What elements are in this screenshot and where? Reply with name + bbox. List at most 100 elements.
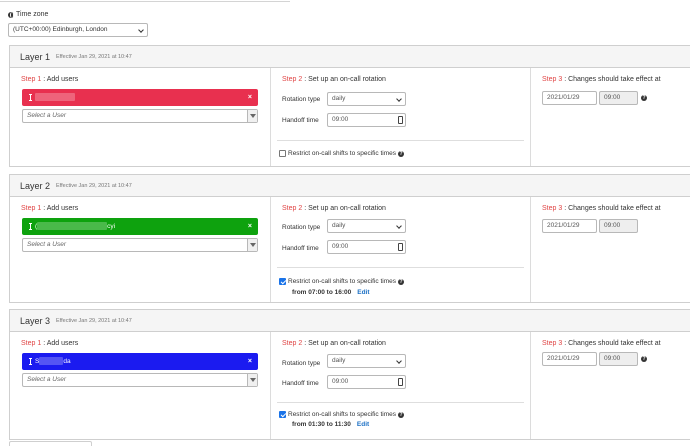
add-layer-button[interactable] [9, 441, 92, 446]
user-chip[interactable]: (cyi × [22, 218, 258, 235]
step1-column: Step 1 : Add users (cyi × Select a User [10, 197, 271, 302]
effective-time-value: 09:00 [604, 94, 621, 101]
effective-date-input[interactable]: 2021/01/29 [542, 219, 597, 233]
timezone-section: Time zone (UTC+00:00) Edinburgh, London [8, 11, 148, 37]
help-icon[interactable]: ? [641, 356, 647, 362]
layer-effective-date: Effective Jan 29, 2021 at 10:47 [56, 317, 132, 324]
drag-handle-icon[interactable] [29, 93, 32, 101]
handoff-time-input[interactable]: 09:00 [327, 375, 406, 389]
step3-heading: Step 3 : Changes should take effect at [542, 340, 661, 347]
chevron-down-icon [396, 96, 402, 102]
effective-time-input[interactable]: 09:00 [599, 219, 638, 233]
step2-column: Step 2 : Set up an on-call rotation Rota… [271, 68, 531, 166]
timezone-select[interactable]: (UTC+00:00) Edinburgh, London [8, 23, 148, 37]
layer-1-card: Layer 1 Effective Jan 29, 2021 at 10:47 … [9, 45, 690, 167]
restrict-label: Restrict on-call shifts to specific time… [288, 278, 397, 285]
divider [277, 267, 524, 268]
step2-label: Set up an on-call rotation [308, 76, 386, 83]
restrict-label: Restrict on-call shifts to specific time… [288, 150, 397, 157]
layer-3-card: Layer 3 Effective Jan 29, 2021 at 10:47 … [9, 309, 690, 440]
step1-column: Step 1 : Add users × Select a User [10, 68, 271, 166]
step3-label: Changes should take effect at [568, 76, 661, 83]
handoff-time-input[interactable]: 09:00 [327, 240, 406, 254]
user-chip[interactable]: × [22, 89, 258, 106]
globe-icon [8, 11, 14, 18]
drag-handle-icon[interactable] [29, 357, 32, 365]
clock-icon[interactable] [398, 116, 403, 124]
select-user-placeholder: Select a User [27, 376, 67, 383]
step2-number: Step 2 [282, 340, 303, 347]
restrict-shifts-row[interactable]: Restrict on-call shifts to specific time… [279, 150, 405, 157]
clock-icon[interactable] [398, 243, 403, 251]
select-user-dropdown[interactable]: Select a User [22, 109, 258, 123]
step3-label: Changes should take effect at [568, 340, 661, 347]
step3-column: Step 3 : Changes should take effect at 2… [531, 197, 690, 302]
handoff-time-input[interactable]: 09:00 [327, 113, 406, 127]
handoff-time-value: 09:00 [332, 243, 349, 250]
select-user-placeholder: Select a User [27, 241, 67, 248]
restrict-shifts-row[interactable]: Restrict on-call shifts to specific time… [279, 278, 405, 285]
timezone-value: (UTC+00:00) Edinburgh, London [13, 26, 108, 33]
step3-label: Changes should take effect at [568, 205, 661, 212]
effective-time-value: 09:00 [604, 355, 621, 362]
layer-title: Layer 1 [20, 51, 51, 62]
step3-column: Step 3 : Changes should take effect at 2… [531, 332, 690, 439]
restrict-range: from 07:00 to 16:00 Edit [292, 289, 370, 296]
drag-handle-icon[interactable] [29, 222, 32, 230]
edit-link[interactable]: Edit [357, 421, 369, 428]
restrict-shifts-row[interactable]: Restrict on-call shifts to specific time… [279, 411, 405, 418]
masked-user-name [39, 357, 64, 366]
timezone-label-row: Time zone [8, 11, 48, 18]
handoff-time-label: Handoff time [282, 245, 319, 252]
dropdown-arrow-icon[interactable] [247, 374, 257, 386]
layer-effective-date: Effective Jan 29, 2021 at 10:47 [56, 53, 132, 60]
rotation-type-select[interactable]: daily [327, 354, 406, 368]
step2-label: Set up an on-call rotation [308, 340, 386, 347]
restrict-checkbox[interactable] [279, 411, 286, 418]
step1-label: Add users [46, 340, 79, 347]
select-user-dropdown[interactable]: Select a User [22, 373, 258, 387]
select-user-dropdown[interactable]: Select a User [22, 238, 258, 252]
remove-user-icon[interactable]: × [248, 89, 252, 106]
step1-label: Add users [46, 205, 79, 212]
restrict-label: Restrict on-call shifts to specific time… [288, 411, 397, 418]
help-icon[interactable]: ? [398, 150, 405, 157]
user-chip[interactable]: Sda × [22, 353, 258, 370]
remove-user-icon[interactable]: × [248, 353, 252, 370]
step2-column: Step 2 : Set up an on-call rotation Rota… [271, 332, 531, 439]
effective-date-value: 2021/01/29 [547, 222, 580, 229]
restrict-checkbox[interactable] [279, 150, 286, 157]
effective-time-input[interactable]: 09:00 [599, 91, 638, 105]
rotation-type-label: Rotation type [282, 96, 321, 103]
layer-title: Layer 3 [20, 315, 51, 326]
step1-number: Step 1 [21, 205, 42, 212]
help-icon[interactable]: ? [398, 278, 405, 285]
rotation-type-select[interactable]: daily [327, 92, 406, 106]
help-icon[interactable]: ? [398, 411, 405, 418]
effective-time-input[interactable]: 09:00 [599, 352, 638, 366]
dropdown-arrow-icon[interactable] [247, 110, 257, 122]
step1-number: Step 1 [21, 340, 42, 347]
timezone-label: Time zone [16, 11, 49, 18]
effective-date-value: 2021/01/29 [547, 94, 580, 101]
dropdown-arrow-icon[interactable] [247, 239, 257, 251]
layer-header: Layer 3 Effective Jan 29, 2021 at 10:47 [10, 310, 690, 332]
step2-number: Step 2 [282, 76, 303, 83]
step3-number: Step 3 [542, 205, 563, 212]
masked-user-name [35, 93, 75, 102]
handoff-time-label: Handoff time [282, 117, 319, 124]
rotation-type-value: daily [332, 222, 346, 229]
rotation-type-select[interactable]: daily [327, 219, 406, 233]
edit-link[interactable]: Edit [357, 289, 369, 296]
effective-date-input[interactable]: 2021/01/29 [542, 91, 597, 105]
step1-label: Add users [46, 76, 79, 83]
remove-user-icon[interactable]: × [248, 218, 252, 235]
step3-column: Step 3 : Changes should take effect at 2… [531, 68, 690, 166]
top-divider [0, 0, 290, 2]
rotation-type-value: daily [332, 357, 346, 364]
effective-date-input[interactable]: 2021/01/29 [542, 352, 597, 366]
step1-column: Step 1 : Add users Sda × Select a User [10, 332, 271, 439]
help-icon[interactable]: ? [641, 95, 647, 101]
clock-icon[interactable] [398, 378, 403, 386]
restrict-checkbox[interactable] [279, 278, 286, 285]
